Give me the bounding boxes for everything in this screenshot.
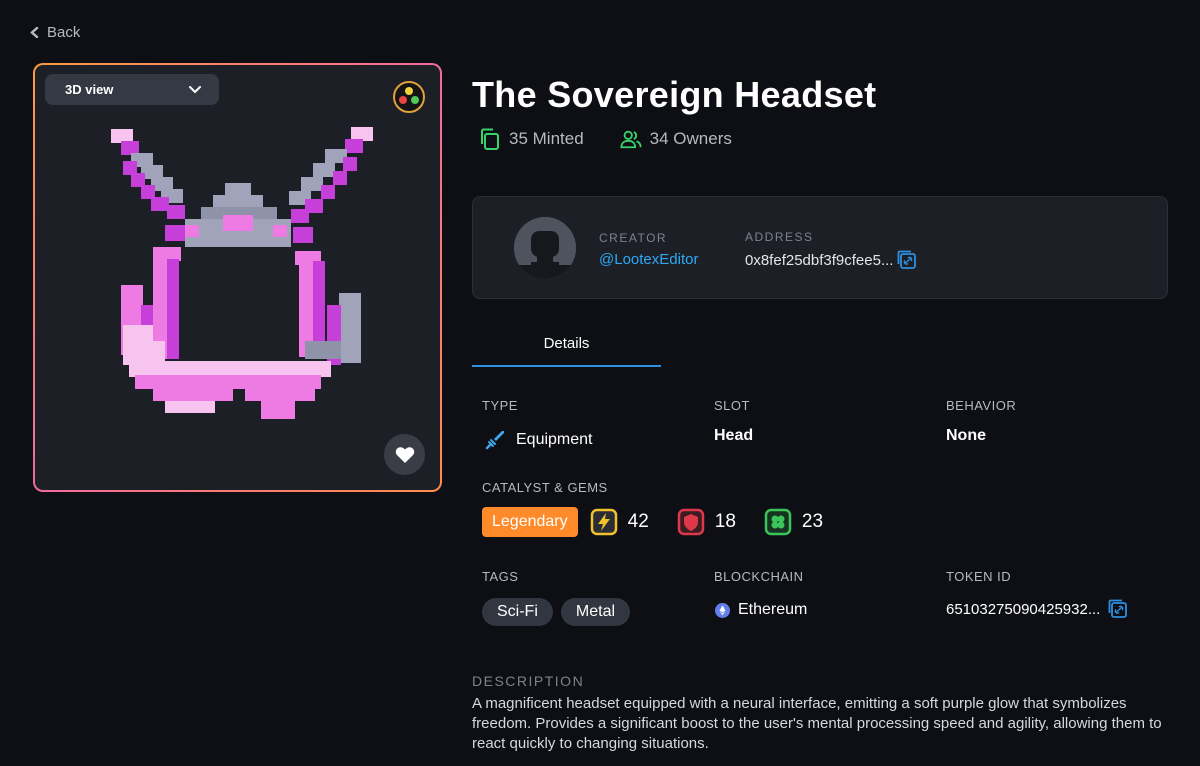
owners-stat: 34 Owners (620, 128, 732, 150)
ethereum-icon (715, 602, 730, 618)
chevron-down-icon (189, 85, 201, 93)
palette-dot-yellow (405, 87, 413, 95)
tag-chip[interactable]: Metal (560, 598, 631, 626)
shield-gem-icon (677, 508, 705, 536)
view-mode-label: 3D view (65, 82, 114, 97)
page: Back 3D view The Sovereign Headset 35 Mi… (0, 0, 1200, 766)
token-id-label: TOKEN ID (946, 569, 1012, 584)
gem-shield-value: 18 (714, 511, 736, 532)
tags-list: Sci-Fi Metal (482, 598, 631, 626)
palette-icon[interactable] (393, 81, 425, 113)
view-mode-dropdown[interactable]: 3D view (45, 74, 219, 105)
catalyst-label: CATALYST & GEMS (482, 480, 608, 495)
gem-lightning-value: 42 (627, 511, 649, 532)
rarity-badge: Legendary (482, 507, 578, 537)
item-stats: 35 Minted 34 Owners (479, 128, 732, 150)
clover-gem-icon (764, 508, 792, 536)
back-label: Back (47, 24, 81, 41)
model-viewer[interactable]: 3D view (33, 63, 442, 492)
creator-label: CREATOR (599, 231, 668, 245)
chevron-left-icon (30, 27, 39, 38)
favorite-button[interactable] (384, 434, 425, 475)
address-label: ADDRESS (745, 230, 814, 244)
minted-stat: 35 Minted (479, 128, 584, 150)
creator-card: CREATOR @LootexEditor ADDRESS 0x8fef25db… (472, 196, 1168, 299)
creator-link[interactable]: @LootexEditor (599, 251, 698, 268)
copy-link-icon[interactable] (1108, 599, 1128, 619)
headset-3d-model[interactable] (35, 65, 440, 490)
address-value: 0x8fef25dbf3f9cfee5... (745, 251, 894, 269)
type-value: Equipment (484, 429, 593, 451)
copies-icon (481, 128, 499, 150)
lightning-gem-icon (590, 508, 617, 536)
palette-dot-green (411, 96, 419, 104)
creator-info: CREATOR @LootexEditor (599, 231, 698, 268)
heart-icon (395, 446, 414, 463)
slot-label: SLOT (714, 398, 750, 413)
description-label: DESCRIPTION (472, 673, 585, 689)
gem-shield: 18 (677, 508, 736, 536)
minted-count: 35 Minted (509, 129, 584, 148)
left-antenna (111, 129, 185, 219)
behavior-value: None (946, 427, 986, 444)
tag-chip[interactable]: Sci-Fi (482, 598, 553, 626)
token-id-value: 65103275090425932... (946, 600, 1101, 618)
users-icon (620, 130, 642, 149)
blockchain-value: Ethereum (715, 601, 807, 619)
owners-count: 34 Owners (649, 129, 732, 148)
behavior-label: BEHAVIOR (946, 398, 1017, 413)
gem-clover-value: 23 (801, 511, 824, 532)
item-title: The Sovereign Headset (472, 74, 877, 115)
blockchain-text: Ethereum (738, 601, 808, 618)
slot-value: Head (714, 427, 754, 444)
address-row: 0x8fef25dbf3f9cfee5... (745, 250, 917, 270)
address-info: ADDRESS 0x8fef25dbf3f9cfee5... (745, 230, 917, 270)
type-label: TYPE (482, 398, 518, 413)
token-id-row: 65103275090425932... (946, 599, 1128, 619)
copy-link-icon[interactable] (897, 250, 917, 270)
type-text: Equipment (516, 431, 593, 448)
right-frame (295, 251, 361, 365)
description-text: A magnificent headset equipped with a ne… (472, 695, 1162, 752)
tab-details[interactable]: Details (472, 331, 661, 367)
palette-dot-red (399, 96, 407, 104)
blockchain-label: BLOCKCHAIN (714, 569, 804, 584)
back-button[interactable]: Back (30, 24, 80, 41)
gem-clover: 23 (764, 508, 823, 536)
right-antenna (289, 127, 373, 223)
model-viewer-canvas[interactable]: 3D view (35, 65, 440, 490)
catalyst-gems-row: Legendary 42 18 23 (482, 507, 851, 537)
avatar[interactable] (514, 217, 576, 279)
sword-icon (485, 431, 504, 450)
gem-lightning: 42 (590, 508, 649, 536)
tags-label: TAGS (482, 569, 519, 584)
default-avatar-icon (514, 217, 576, 279)
